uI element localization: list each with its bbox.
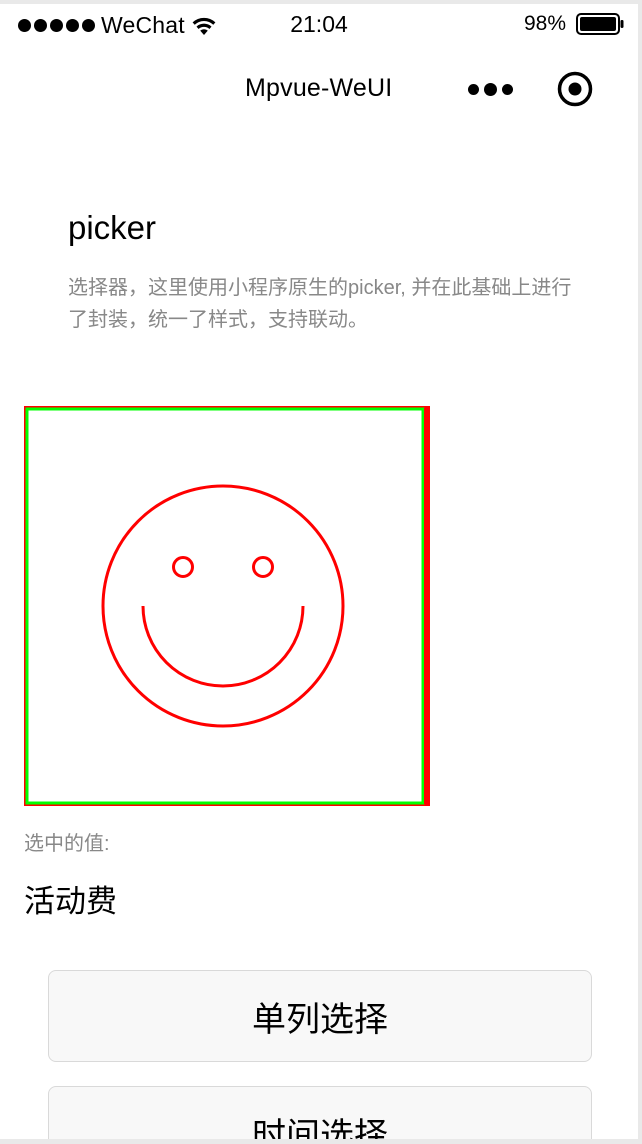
more-dots-icon[interactable] bbox=[468, 81, 514, 97]
app-frame: WeChat 21:04 98% Mpvue-WeUI picker 选择器，这… bbox=[0, 4, 638, 1139]
selected-value: 活动费 bbox=[24, 884, 117, 919]
battery-icon bbox=[576, 13, 624, 35]
page-description: 选择器，这里使用小程序原生的picker, 并在此基础上进行了封装，统一了样式，… bbox=[68, 277, 572, 331]
smiley-face-icon bbox=[24, 406, 430, 806]
nav-title: Mpvue-WeUI bbox=[245, 74, 393, 102]
single-column-picker-button[interactable]: 单列选择 bbox=[48, 970, 592, 1062]
time-picker-button[interactable]: 时间选择 bbox=[48, 1086, 592, 1139]
battery-percent: 98% bbox=[523, 12, 566, 35]
status-right: 98% bbox=[524, 12, 624, 36]
nav-bar: Mpvue-WeUI bbox=[0, 44, 638, 134]
status-bar: WeChat 21:04 98% bbox=[0, 4, 638, 44]
page-title: picker bbox=[68, 209, 157, 246]
selected-value-label: 选中的值: bbox=[24, 833, 110, 855]
record-icon[interactable] bbox=[557, 71, 593, 107]
